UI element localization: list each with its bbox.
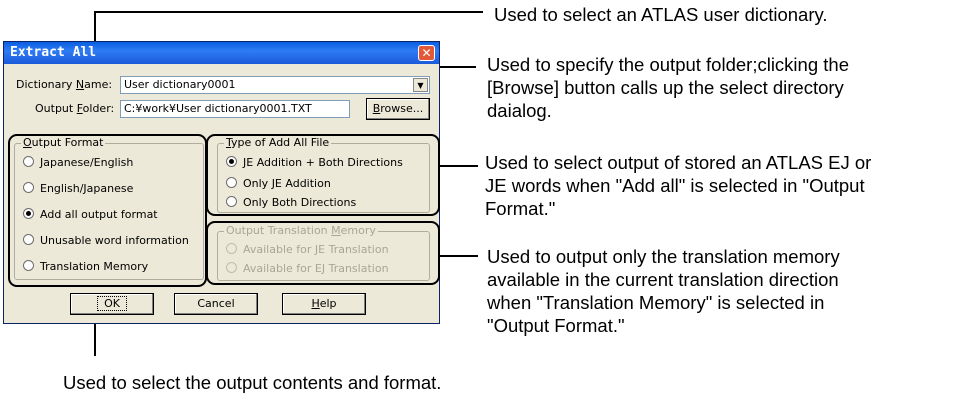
type-leader-h — [440, 165, 478, 167]
type-note-line3: Format." — [485, 198, 556, 219]
help-button[interactable]: Help — [282, 293, 366, 315]
output-folder-label: Output Folder: — [35, 102, 115, 115]
browse-button[interactable]: Browse... — [366, 98, 430, 120]
dialog-title: Extract All — [10, 45, 97, 60]
dictionary-name-label: Dictionary Name: — [16, 78, 113, 91]
output-tm-highlight — [206, 221, 440, 285]
close-icon[interactable]: ✕ — [418, 45, 435, 61]
chevron-down-icon[interactable]: ▼ — [413, 78, 428, 92]
folder-note-line1: Used to specify the output folder;clicki… — [487, 54, 849, 75]
dictionary-note: Used to select an ATLAS user dictionary. — [494, 4, 828, 25]
output-folder-value: C:¥work¥User dictionary0001.TXT — [124, 102, 312, 115]
format-note: Used to select the output contents and f… — [63, 372, 442, 393]
dictionary-name-select[interactable]: User dictionary0001 ▼ — [120, 76, 430, 94]
tm-note-line4: "Output Format." — [487, 315, 625, 336]
type-note-line2: JE words when "Add all" is selected in "… — [485, 175, 865, 196]
folder-note-line2: [Browse] button calls up the select dire… — [487, 77, 844, 98]
dictionary-name-value: User dictionary0001 — [124, 78, 236, 91]
tm-note-line2: available in the current translation dir… — [487, 269, 839, 290]
type-note-line1: Used to select output of stored an ATLAS… — [485, 152, 872, 173]
output-format-highlight — [8, 134, 207, 287]
tm-leader-h — [440, 255, 478, 257]
dictionary-leader-v — [94, 11, 96, 45]
cancel-button[interactable]: Cancel — [174, 293, 258, 315]
folder-note-line3: daialog. — [487, 100, 552, 121]
tm-note-line3: when "Translation Memory" is selected in — [487, 292, 825, 313]
ok-button[interactable]: OK — [70, 293, 154, 315]
type-add-all-highlight — [206, 134, 440, 216]
output-folder-input[interactable]: C:¥work¥User dictionary0001.TXT — [120, 100, 350, 118]
tm-note-line1: Used to output only the translation memo… — [487, 246, 840, 267]
dialog-titlebar[interactable]: Extract All ✕ — [4, 42, 439, 64]
dictionary-leader-h — [94, 11, 483, 13]
